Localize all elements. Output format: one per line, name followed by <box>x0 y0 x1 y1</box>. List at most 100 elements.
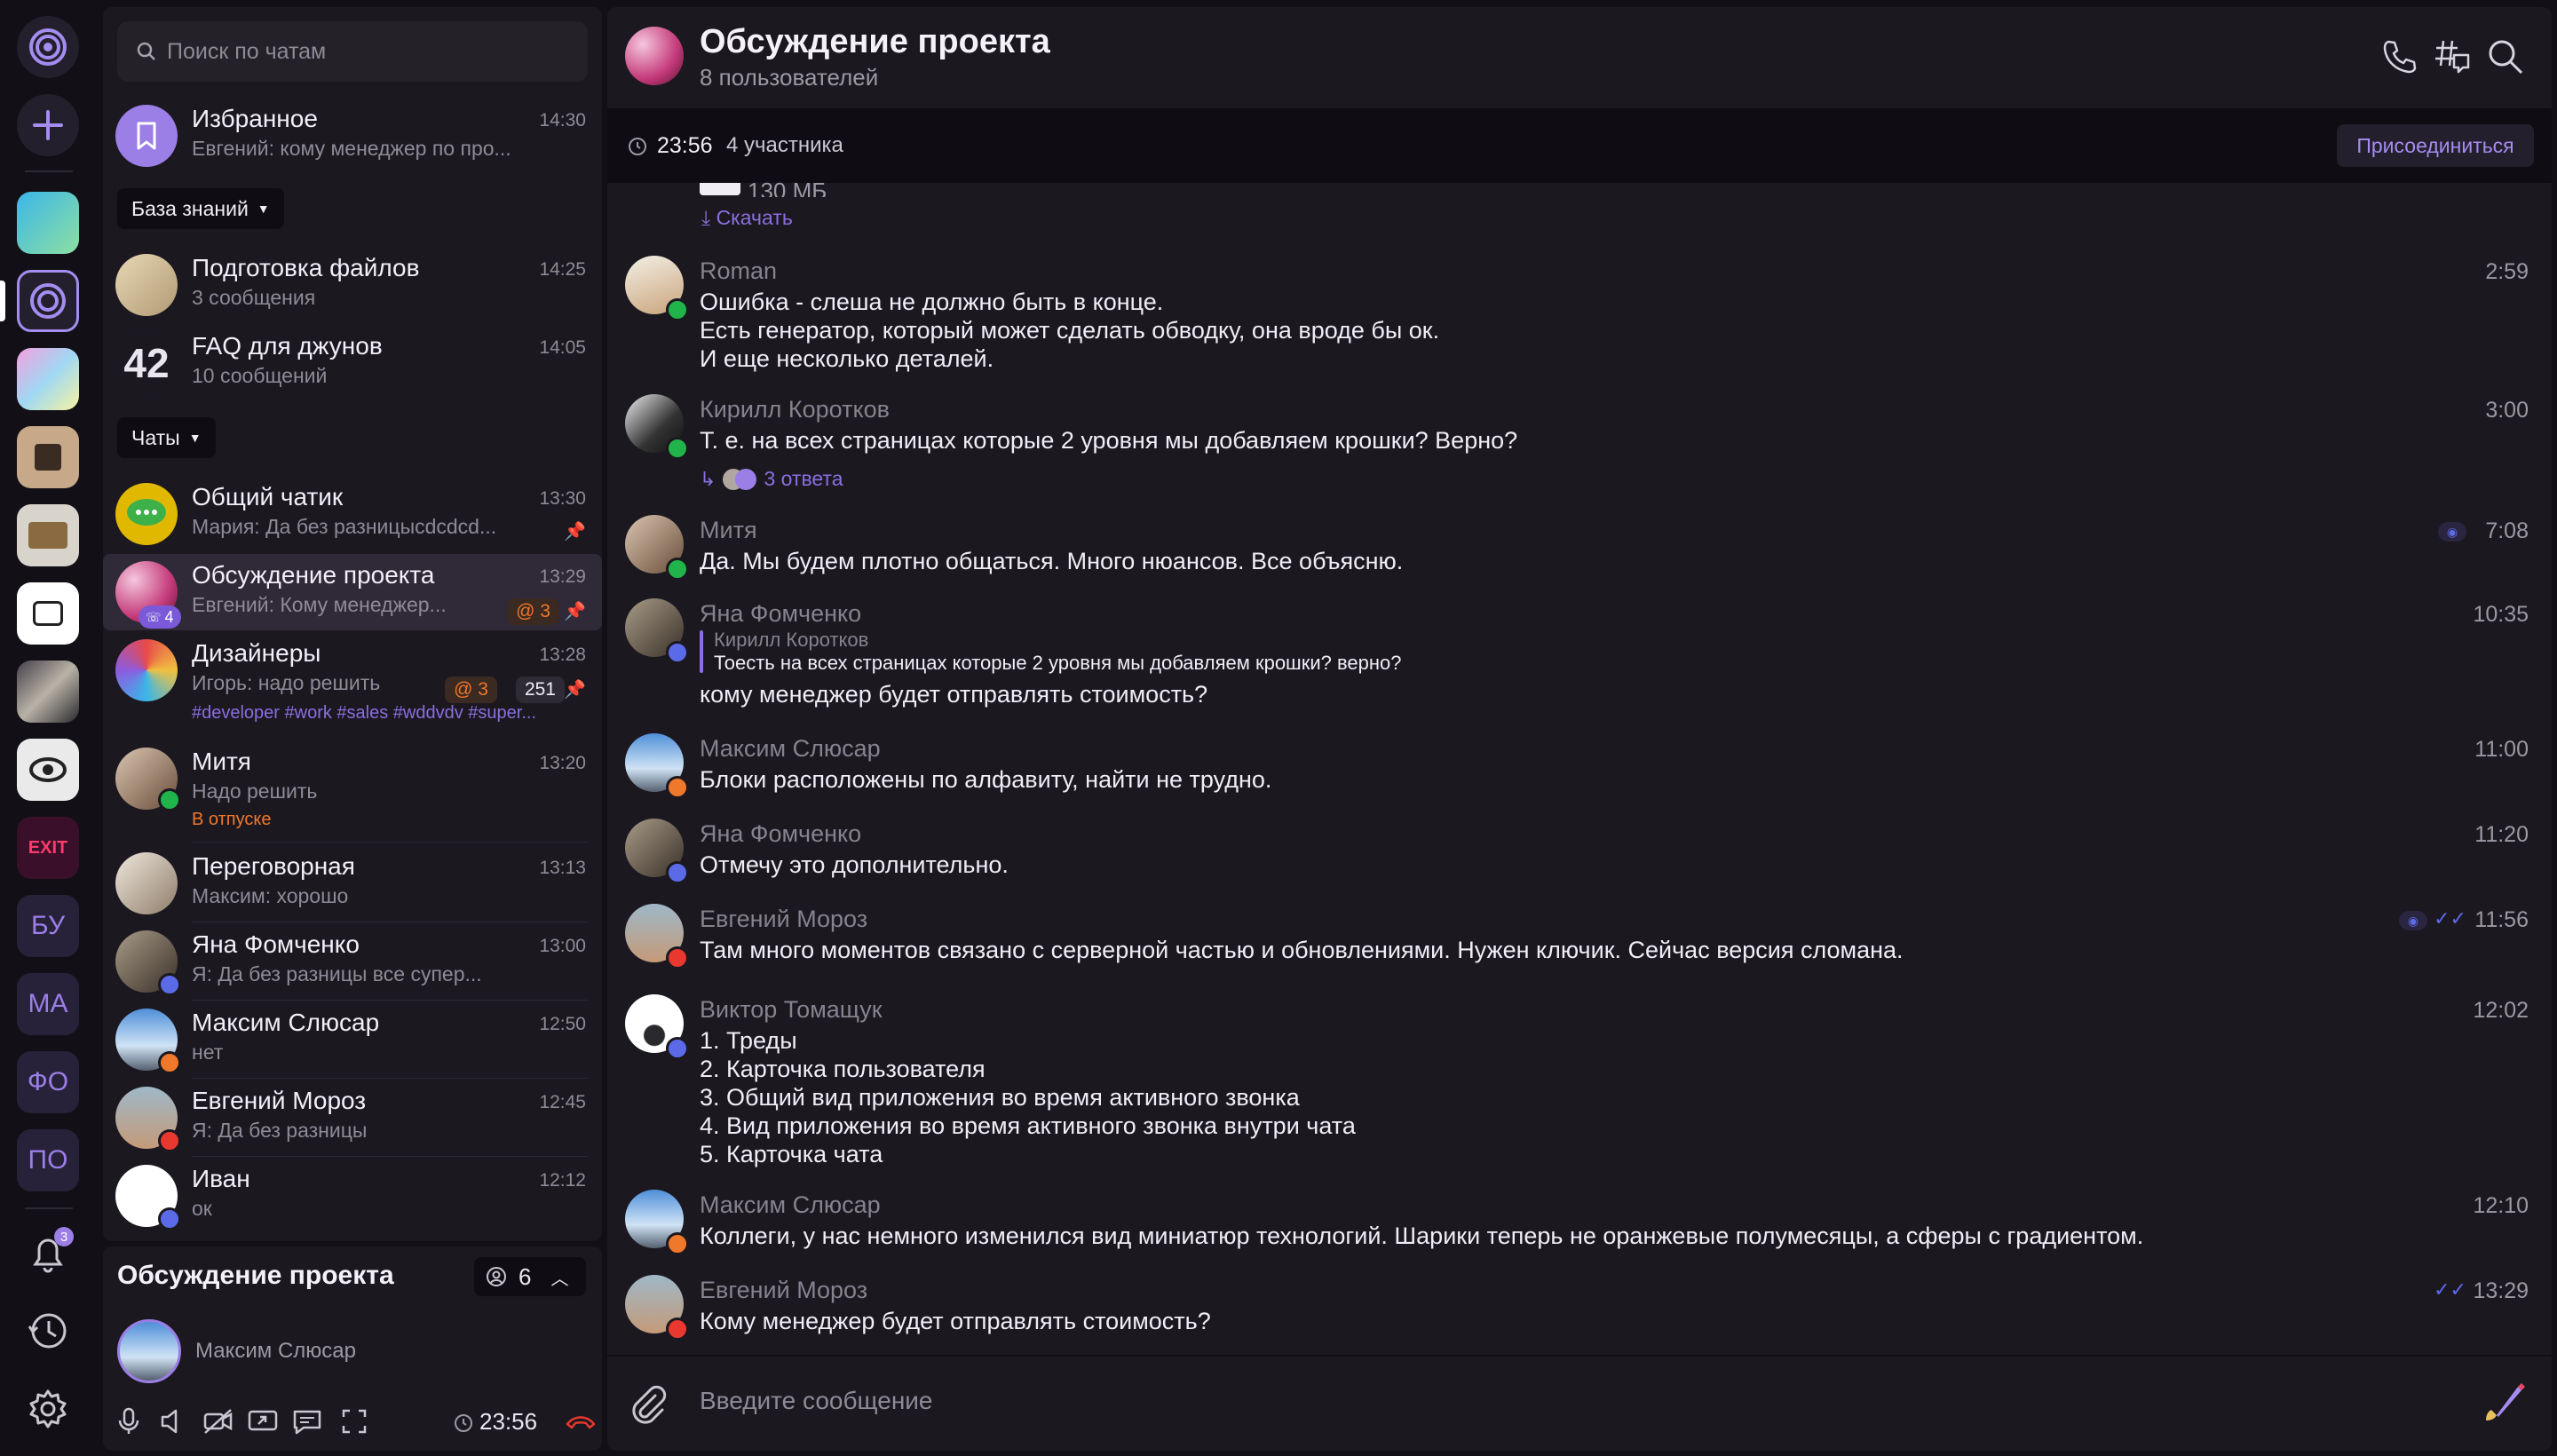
chat-item-general[interactable]: Общий чатик Мария: Да без разницысdcdcd.… <box>103 476 602 552</box>
phone-icon: ☏ <box>146 609 162 624</box>
message-author[interactable]: Максим Слюсар <box>700 1191 881 1219</box>
workspace-1[interactable] <box>17 192 79 254</box>
download-link[interactable]: ⤓ Скачать <box>701 206 793 230</box>
replies-count: 3 ответа <box>764 467 843 490</box>
expand-icon[interactable] <box>341 1408 368 1435</box>
search-input[interactable]: Поиск по чатам <box>117 21 588 82</box>
chat-name: Яна Фомченко <box>192 930 360 958</box>
message-author[interactable]: Митя <box>700 517 757 544</box>
chat-time: 14:25 <box>539 259 586 280</box>
video-off-icon[interactable] <box>202 1406 234 1436</box>
chat-item-favorites[interactable]: Избранное Евгений: кому менеджер по про.… <box>103 98 602 174</box>
chat-title: Обсуждение проекта <box>700 23 1050 60</box>
chat-item-ivan[interactable]: Иван ок 12:12 <box>103 1158 602 1234</box>
chat-time: 13:28 <box>539 645 586 665</box>
chat-item-knowledge-1[interactable]: Подготовка файлов 3 сообщения 14:25 <box>103 247 602 323</box>
online-status <box>666 558 689 581</box>
chat-name: Подготовка файлов <box>192 254 420 281</box>
chat-avatar[interactable] <box>625 27 684 85</box>
app-logo-icon[interactable] <box>17 16 79 78</box>
workspace-ma[interactable]: МА <box>17 973 79 1035</box>
section-label: Чаты <box>131 425 180 449</box>
status-dot <box>666 1318 689 1341</box>
chat-item-knowledge-2[interactable]: 42 FAQ для джунов 10 сообщений 14:05 <box>103 325 602 401</box>
chat-item-evgeny[interactable]: Евгений Мороз Я: Да без разницы 12:45 <box>103 1080 602 1156</box>
hang-up-icon[interactable] <box>565 1412 597 1431</box>
chat-bubble-icon[interactable] <box>291 1406 323 1436</box>
status-dot <box>158 1129 181 1152</box>
settings-gear-icon[interactable] <box>17 1378 79 1440</box>
chat-name: Иван <box>192 1165 250 1192</box>
online-status <box>666 437 689 460</box>
participants-toggle[interactable]: 6 ︿ <box>474 1257 586 1296</box>
message-text: Кому менеджер будет отправлять стоимость… <box>700 1308 1211 1334</box>
history-icon[interactable] <box>17 1300 79 1362</box>
search-icon[interactable] <box>2486 37 2525 76</box>
call-count-badge: ☏ 4 <box>139 605 181 629</box>
message-author[interactable]: Roman <box>700 257 777 285</box>
speaker-icon[interactable] <box>158 1406 188 1436</box>
chat-item-meeting-room[interactable]: Переговорная Максим: хорошо 13:13 <box>103 845 602 922</box>
status-text: В отпуске <box>192 810 272 829</box>
paperclip-icon[interactable] <box>627 1383 668 1424</box>
workspace-7[interactable] <box>17 661 79 723</box>
chat-item-project-discussion[interactable]: ☏ 4 Обсуждение проекта Евгений: Кому мене… <box>103 554 602 630</box>
section-knowledge-base[interactable]: База знаний ▼ <box>117 188 284 229</box>
chat-item-maxim[interactable]: Максим Слюсар нет 12:50 <box>103 1001 602 1078</box>
workspace-fo[interactable]: ФО <box>17 1051 79 1113</box>
screen-share-icon[interactable] <box>247 1406 279 1436</box>
active-call-panel: Обсуждение проекта 6 ︿ Максим Слюсар 23:… <box>103 1246 602 1451</box>
workspace-label: МА <box>28 989 68 1018</box>
call-count: 4 <box>164 607 174 626</box>
join-call-button[interactable]: Присоединиться <box>2337 124 2534 167</box>
message-author[interactable]: Максим Слюсар <box>700 735 881 763</box>
message-text: Коллеги, у нас немного изменился вид мин… <box>700 1223 2144 1249</box>
workspace-8[interactable] <box>17 739 79 801</box>
message-author[interactable]: Кирилл Коротков <box>700 396 890 423</box>
download-label: Скачать <box>716 206 793 229</box>
workspace-5[interactable] <box>17 504 79 566</box>
phone-icon[interactable] <box>2379 37 2418 76</box>
message-time: 12:02 <box>2473 998 2529 1023</box>
read-check-icon: ✓✓ <box>2434 907 2466 930</box>
sticker-brush-icon[interactable] <box>2479 1378 2529 1428</box>
chat-item-designers[interactable]: Дизайнеры Игорь: надо решить 13:28 @ 3 2… <box>103 632 602 732</box>
microphone-icon[interactable] <box>114 1406 144 1436</box>
bell-icon[interactable]: 3 <box>17 1222 79 1284</box>
workspace-2[interactable] <box>17 270 79 332</box>
status-dot <box>666 1232 689 1255</box>
add-icon[interactable] <box>17 94 79 156</box>
chat-preview: ок <box>192 1197 212 1220</box>
message-input[interactable]: Введите сообщение <box>700 1387 933 1415</box>
workspace-po[interactable]: ПО <box>17 1129 79 1191</box>
threads-icon[interactable] <box>2433 37 2472 76</box>
chat-time: 13:30 <box>539 488 586 509</box>
chat-item-mitya[interactable]: Митя Надо решить 13:20 В отпуске <box>103 740 602 835</box>
chevron-down-icon: ▼ <box>188 431 202 445</box>
message-author[interactable]: Евгений Мороз <box>700 1277 867 1304</box>
quote-bar <box>700 630 703 673</box>
workspace-3[interactable] <box>17 348 79 410</box>
unread-badge: 251 <box>515 677 565 703</box>
workspace-bu[interactable]: БУ <box>17 895 79 957</box>
chat-time: 14:05 <box>539 337 586 358</box>
section-chats[interactable]: Чаты ▼ <box>117 417 216 458</box>
workspace-4[interactable] <box>17 426 79 488</box>
workspace-6[interactable] <box>17 582 79 645</box>
message-text: кому менеджер будет отправлять стоимость… <box>700 681 1208 708</box>
divider <box>192 1156 588 1157</box>
chat-tags[interactable]: #developer #work #sales #wddvdv #super..… <box>192 703 536 724</box>
status-dot <box>666 1037 689 1060</box>
message-author[interactable]: Евгений Мороз <box>700 906 867 933</box>
thread-replies[interactable]: ↳ 3 ответа <box>700 467 843 491</box>
chat-preview: нет <box>192 1041 224 1064</box>
message-author[interactable]: Яна Фомченко <box>700 820 861 848</box>
timer-icon <box>455 1414 472 1432</box>
chat-item-yana[interactable]: Яна Фомченко Я: Да без разницы все супер… <box>103 923 602 1000</box>
rail-divider <box>25 170 73 172</box>
workspace-9[interactable]: EXIT <box>17 817 79 879</box>
search-placeholder: Поиск по чатам <box>167 38 327 64</box>
workspace-label: БУ <box>30 911 66 940</box>
message-author[interactable]: Яна Фомченко <box>700 600 861 628</box>
message-author[interactable]: Виктор Томащук <box>700 996 883 1024</box>
